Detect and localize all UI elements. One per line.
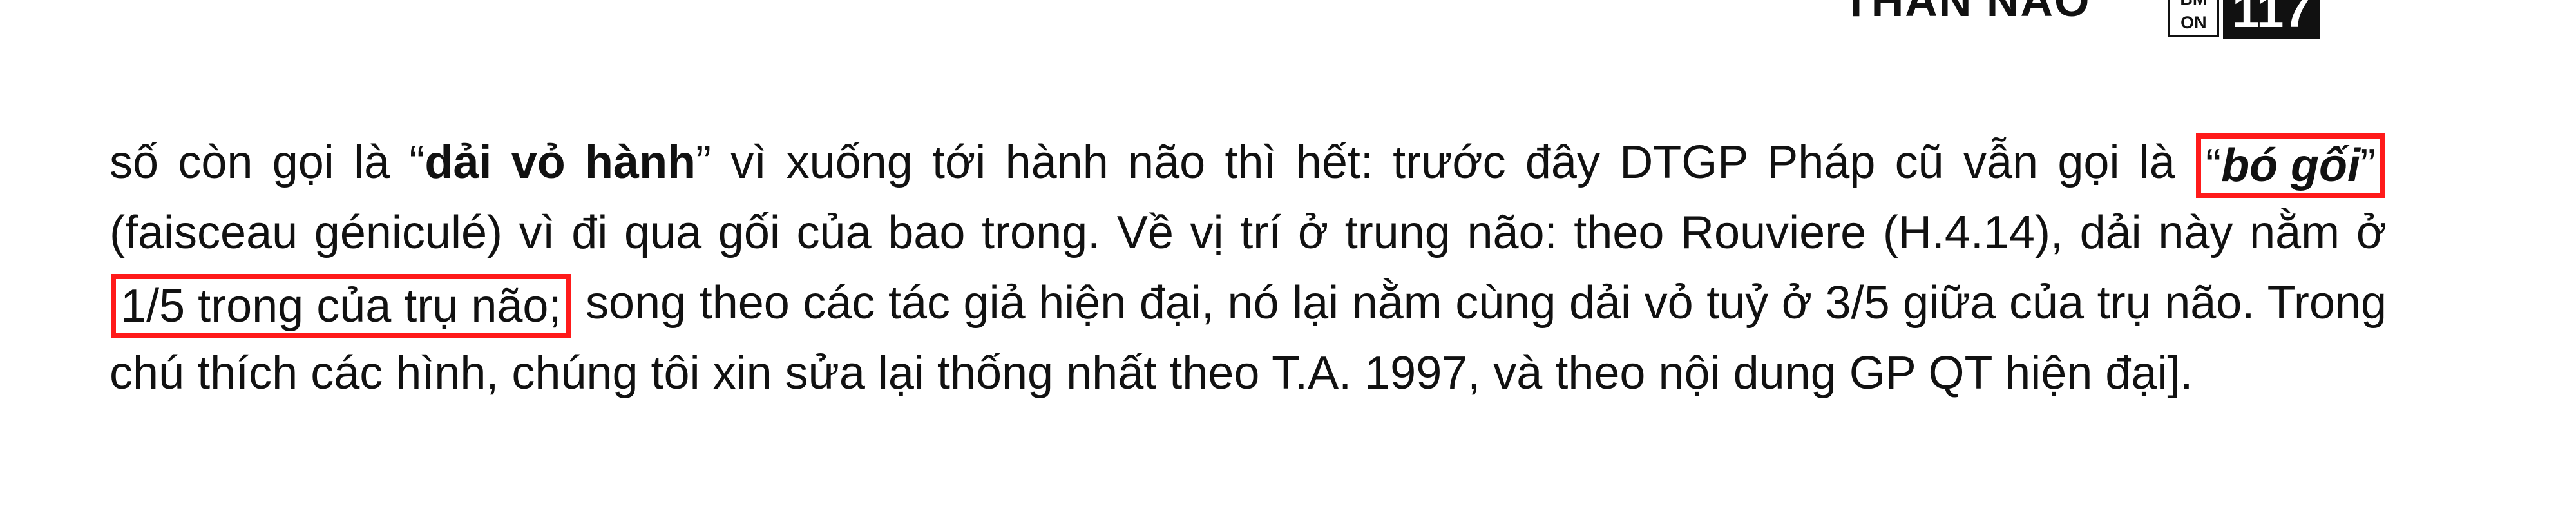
text-segment-3: (faisceau géniculé) vì đi qua gối của ba… <box>110 207 2387 258</box>
page-number: 117 <box>2223 0 2320 39</box>
highlight-box-bo-goi: “bó gối” <box>2196 133 2386 198</box>
body-paragraph: số còn gọi là “dải vỏ hành” vì xuống tới… <box>110 128 2387 409</box>
document-body: số còn gọi là “dải vỏ hành” vì xuống tới… <box>110 128 2387 409</box>
page-header: THẦN NÃO BM ON 117 <box>1842 0 2320 39</box>
text-segment-2: ” vì xuống tới hành não thì hết: trước đ… <box>696 137 2195 188</box>
text-segment-1: số còn gọi là “ <box>110 137 425 188</box>
bold-term: dải vỏ hành <box>425 137 696 188</box>
highlight-box-location: 1/5 trong của trụ não; <box>111 273 571 338</box>
highlight-1-suffix: ” <box>2360 139 2376 191</box>
chapter-title: THẦN NÃO <box>1842 0 2091 26</box>
highlight-1-prefix: “ <box>2206 139 2222 191</box>
publisher-logo: BM ON <box>2168 0 2220 37</box>
logo-line-bottom: ON <box>2180 13 2207 32</box>
highlight-1-term: bó gối <box>2221 139 2361 191</box>
page-marker: BM ON 117 <box>2168 0 2320 39</box>
logo-line-top: BM <box>2180 0 2207 8</box>
